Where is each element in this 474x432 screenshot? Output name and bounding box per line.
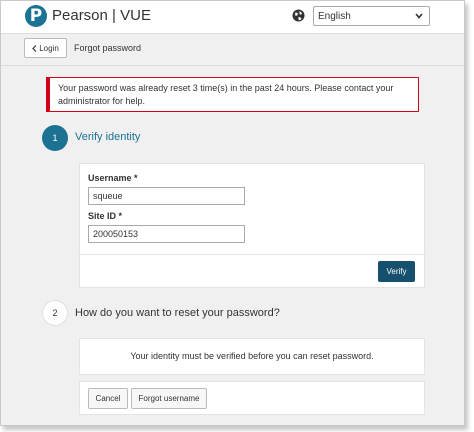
cancel-button[interactable]: Cancel <box>88 388 128 409</box>
language-value: English <box>318 11 351 22</box>
site-id-label: Site ID * <box>88 211 123 221</box>
step-1-badge: 1 <box>42 125 68 151</box>
pearson-logo: P <box>25 5 47 27</box>
header: P Pearson | VUE English <box>1 1 464 33</box>
verify-button[interactable]: Verify <box>378 261 415 282</box>
globe-icon <box>292 9 305 22</box>
page-title: Forgot password <box>74 43 142 53</box>
forgot-username-button[interactable]: Forgot username <box>131 388 207 409</box>
app-window: P Pearson | VUE English Login Forgot pas… <box>0 0 465 426</box>
chevron-down-icon <box>415 13 423 19</box>
site-id-field[interactable]: 200050153 <box>88 225 245 243</box>
brand-name: Pearson | VUE <box>52 7 151 24</box>
back-to-login-button[interactable]: Login <box>24 38 67 58</box>
verification-required-message: Your identity must be verified before yo… <box>130 351 374 361</box>
step-2-badge: 2 <box>42 300 68 326</box>
back-label: Login <box>39 43 59 53</box>
username-field[interactable]: squeue <box>88 187 245 205</box>
card-divider <box>79 254 425 255</box>
step-2-title: How do you want to reset your password? <box>75 307 280 319</box>
step-1-title: Verify identity <box>75 131 141 143</box>
breadcrumb-bar <box>1 33 464 66</box>
language-select[interactable]: English <box>313 6 430 26</box>
chevron-left-icon <box>32 44 37 52</box>
error-alert: Your password was already reset 3 time(s… <box>46 77 419 112</box>
username-label: Username * <box>88 173 138 183</box>
